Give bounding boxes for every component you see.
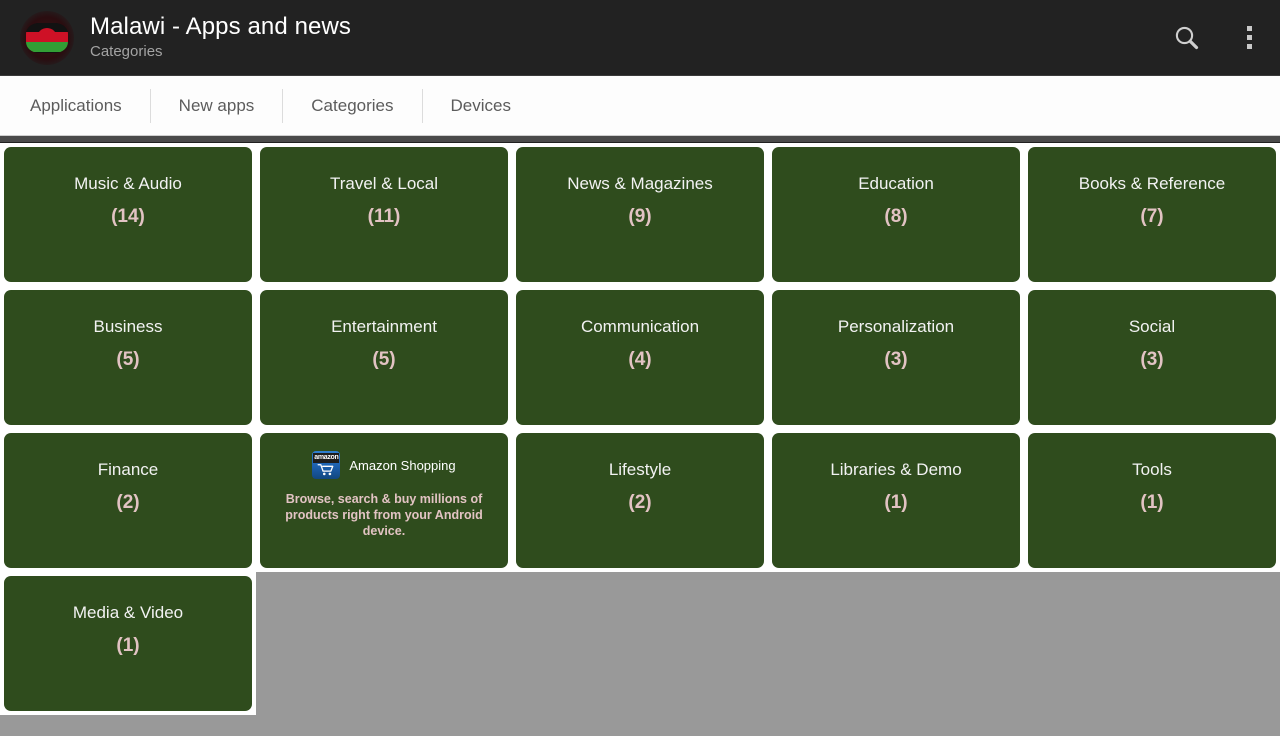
- tile-label: Lifestyle: [608, 460, 672, 479]
- grid-cell: Communication (4): [512, 286, 768, 429]
- tile-count: (1): [1140, 492, 1164, 513]
- tile-label: Personalization: [837, 317, 955, 336]
- tile-count: (2): [116, 492, 140, 513]
- tile-label: Social: [1128, 317, 1176, 336]
- flag-stripe-green: [26, 42, 68, 53]
- tile-label: News & Magazines: [567, 174, 713, 193]
- category-tile-media-video[interactable]: Media & Video (1): [4, 576, 252, 711]
- category-tile-news-magazines[interactable]: News & Magazines (9): [516, 147, 764, 282]
- malawi-flag-icon: [20, 10, 74, 65]
- grid-cell: Social (3): [1024, 286, 1280, 429]
- tab-new-apps[interactable]: New apps: [149, 88, 283, 123]
- tile-count: (14): [111, 206, 145, 227]
- category-tile-travel-local[interactable]: Travel & Local (11): [260, 147, 508, 282]
- page-title: Malawi - Apps and news: [90, 13, 351, 40]
- tile-label: Entertainment: [331, 317, 437, 336]
- category-tile-entertainment[interactable]: Entertainment (5): [260, 290, 508, 425]
- category-tile-communication[interactable]: Communication (4): [516, 290, 764, 425]
- tile-count: (5): [116, 349, 140, 370]
- shopping-cart-icon: [317, 464, 334, 476]
- tile-label: Media & Video: [72, 603, 184, 622]
- grid-cell: Media & Video (1): [0, 572, 256, 715]
- ad-tile-amazon-shopping[interactable]: amazon Amazon Shopping Browse, search & …: [260, 433, 508, 568]
- category-tile-education[interactable]: Education (8): [772, 147, 1020, 282]
- tile-count: (1): [116, 635, 140, 656]
- category-tile-lifestyle[interactable]: Lifestyle (2): [516, 433, 764, 568]
- tile-count: (2): [628, 492, 652, 513]
- category-tile-personalization[interactable]: Personalization (3): [772, 290, 1020, 425]
- tile-count: (3): [1140, 349, 1164, 370]
- tile-count: (3): [884, 349, 908, 370]
- tile-count: (7): [1140, 206, 1164, 227]
- grid-cell: Entertainment (5): [256, 286, 512, 429]
- tile-label: Finance: [97, 460, 159, 479]
- overflow-menu-button[interactable]: [1218, 0, 1280, 75]
- tile-count: (9): [628, 206, 652, 227]
- grid-cell: Travel & Local (11): [256, 143, 512, 286]
- category-tile-libraries-demo[interactable]: Libraries & Demo (1): [772, 433, 1020, 568]
- grid-empty-area: [256, 572, 1280, 715]
- grid-cell: News & Magazines (9): [512, 143, 768, 286]
- grid-cell: Business (5): [0, 286, 256, 429]
- tile-label: Music & Audio: [74, 174, 182, 193]
- grid-row: Finance (2) amazon Amazon Shopping Brows…: [0, 429, 1280, 572]
- grid-cell: Lifestyle (2): [512, 429, 768, 572]
- tile-label: Business: [93, 317, 163, 336]
- tile-count: (4): [628, 349, 652, 370]
- grid-cell: Tools (1): [1024, 429, 1280, 572]
- grid-cell: amazon Amazon Shopping Browse, search & …: [256, 429, 512, 572]
- tile-label: Communication: [580, 317, 700, 336]
- flag-graphic: [26, 22, 68, 53]
- category-tile-books-reference[interactable]: Books & Reference (7): [1028, 147, 1276, 282]
- tab-devices[interactable]: Devices: [421, 88, 539, 123]
- category-tile-tools[interactable]: Tools (1): [1028, 433, 1276, 568]
- grid-cell: Libraries & Demo (1): [768, 429, 1024, 572]
- app-root: Malawi - Apps and news Categories Applic…: [0, 0, 1280, 736]
- search-button[interactable]: [1156, 0, 1218, 75]
- search-icon: [1175, 26, 1199, 49]
- tile-label: Travel & Local: [329, 174, 439, 193]
- header-titles: Malawi - Apps and news Categories: [90, 13, 351, 62]
- grid-cell: Personalization (3): [768, 286, 1024, 429]
- grid-cell: Music & Audio (14): [0, 143, 256, 286]
- category-tile-music-audio[interactable]: Music & Audio (14): [4, 147, 252, 282]
- category-grid: Music & Audio (14) Travel & Local (11) N…: [0, 143, 1280, 736]
- amazon-wordmark: amazon: [313, 453, 340, 463]
- tile-label: Tools: [1132, 460, 1172, 479]
- flag-stripe-red: [26, 32, 68, 43]
- tile-count: (8): [884, 206, 908, 227]
- tile-label: Books & Reference: [1078, 174, 1226, 193]
- tile-label: Libraries & Demo: [830, 460, 962, 479]
- grid-row: Business (5) Entertainment (5) Communica…: [0, 286, 1280, 429]
- tabbar-divider: [0, 135, 1280, 143]
- tile-count: (11): [367, 206, 401, 227]
- amazon-shopping-icon: amazon: [312, 451, 341, 479]
- overflow-menu-icon: [1246, 26, 1252, 49]
- ad-title: Amazon Shopping: [349, 457, 456, 473]
- grid-row: Media & Video (1): [0, 572, 1280, 715]
- tile-count: (5): [372, 349, 396, 370]
- tab-applications[interactable]: Applications: [0, 89, 150, 123]
- grid-cell: Finance (2): [0, 429, 256, 572]
- header-actions: [1156, 0, 1280, 75]
- page-subtitle: Categories: [90, 43, 163, 60]
- ad-header: amazon Amazon Shopping: [260, 451, 508, 479]
- grid-cell: Books & Reference (7): [1024, 143, 1280, 286]
- tab-categories[interactable]: Categories: [282, 88, 421, 123]
- tile-label: Education: [858, 174, 934, 193]
- grid-row: Music & Audio (14) Travel & Local (11) N…: [0, 143, 1280, 286]
- tile-count: (1): [884, 492, 908, 513]
- category-tile-business[interactable]: Business (5): [4, 290, 252, 425]
- category-tile-social[interactable]: Social (3): [1028, 290, 1276, 425]
- tab-bar: Applications New apps Categories Devices: [0, 75, 1280, 135]
- grid-cell: Education (8): [768, 143, 1024, 286]
- app-header: Malawi - Apps and news Categories: [0, 0, 1280, 75]
- ad-body-text: Browse, search & buy millions of product…: [285, 492, 483, 538]
- category-tile-finance[interactable]: Finance (2): [4, 433, 252, 568]
